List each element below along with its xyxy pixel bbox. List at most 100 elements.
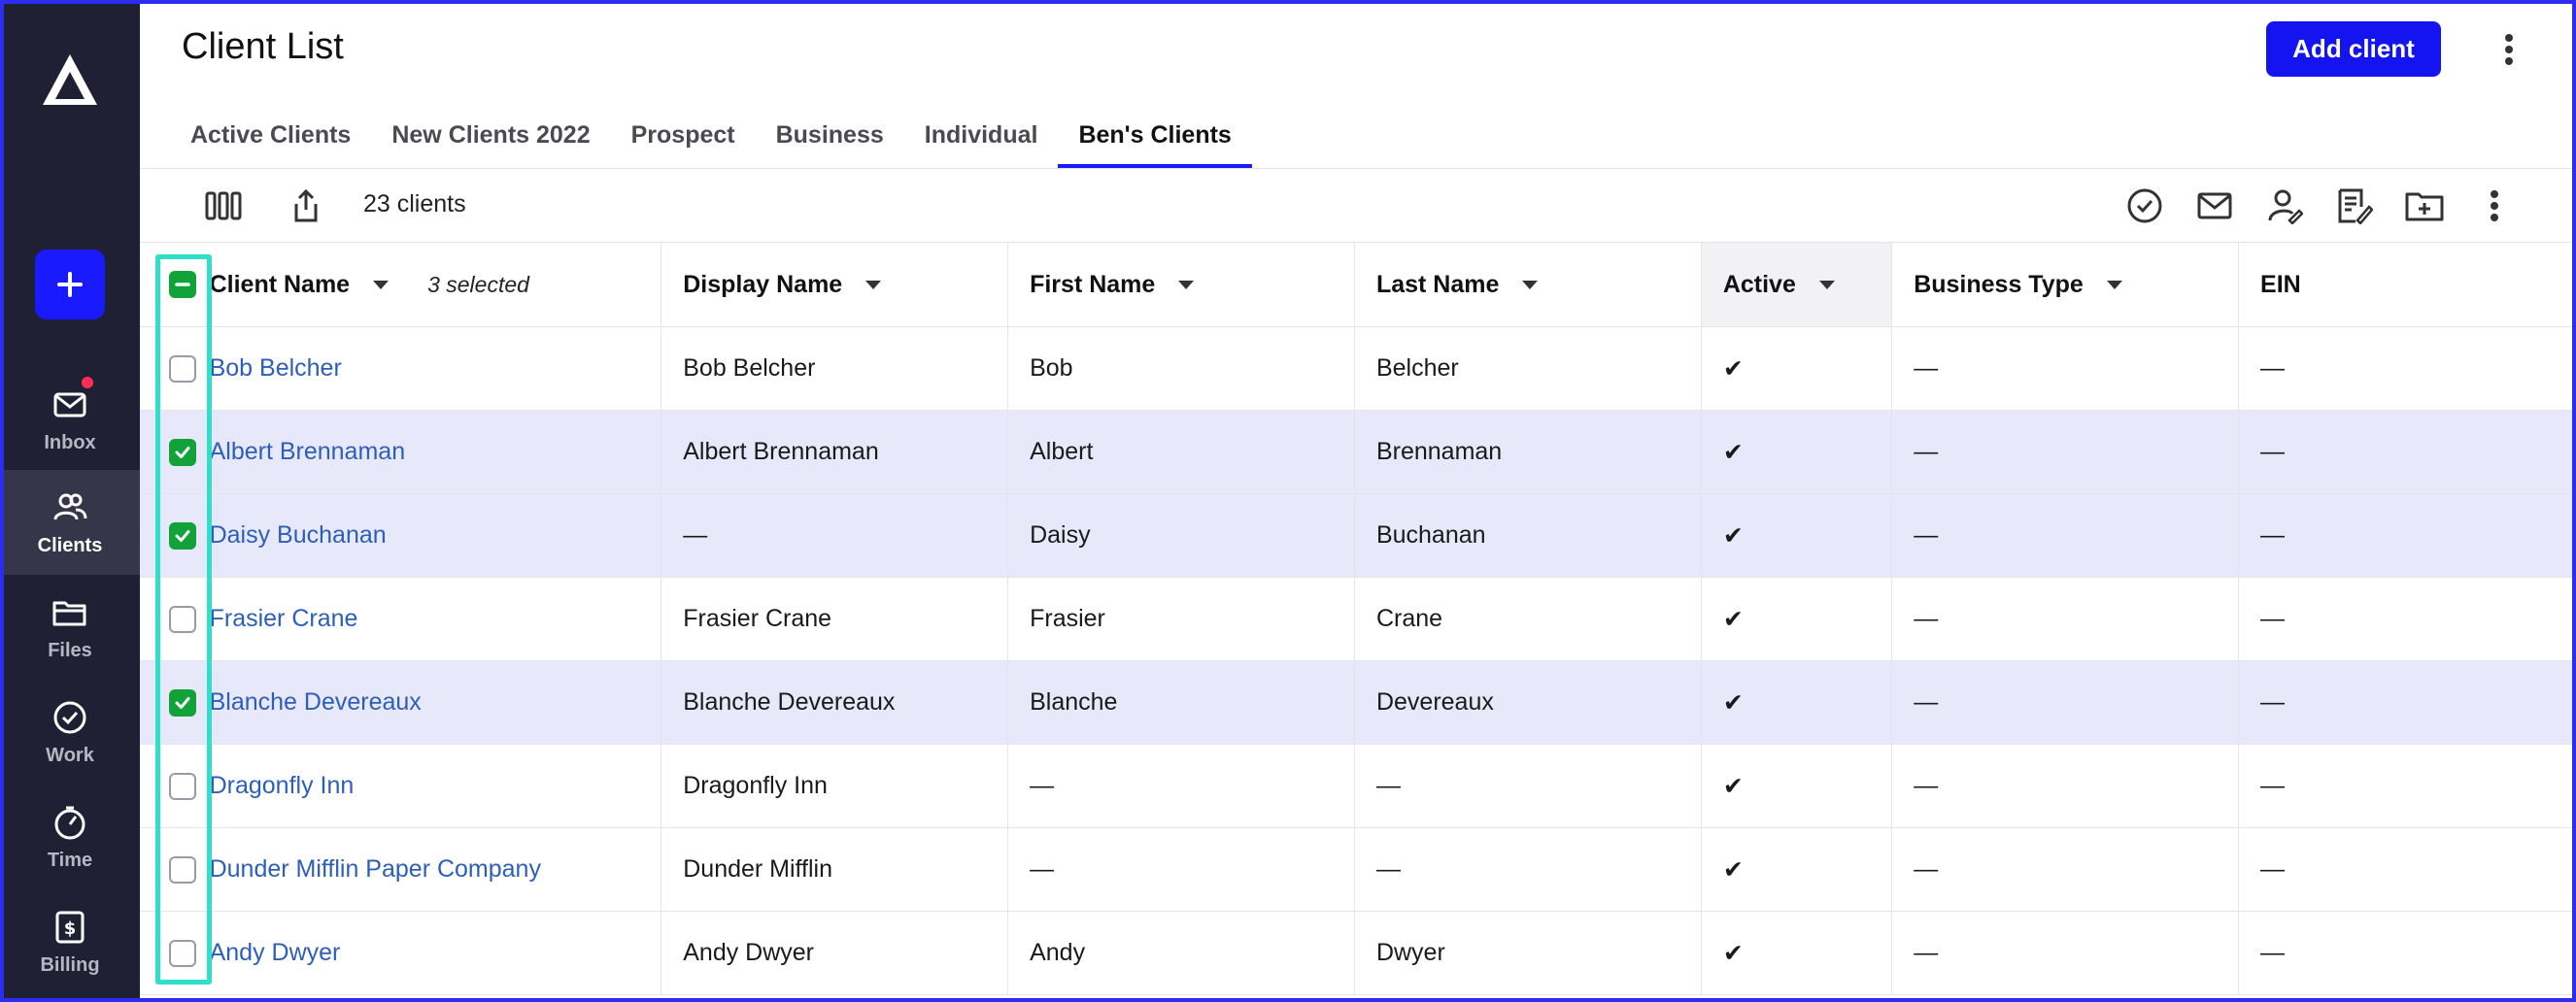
- sort-caret-icon[interactable]: [2106, 280, 2122, 289]
- export-button[interactable]: [287, 186, 325, 225]
- email-button[interactable]: [2195, 186, 2234, 225]
- table-row[interactable]: Bob Belcher Bob Belcher Bob Belcher ✔ — —: [140, 327, 2576, 411]
- cell-client-name: Andy Dwyer: [204, 912, 662, 994]
- row-checkbox[interactable]: [168, 939, 196, 967]
- table-row[interactable]: Dunder Mifflin Paper Company Dunder Miffl…: [140, 828, 2576, 912]
- tab-prospect[interactable]: Prospect: [611, 101, 756, 169]
- cell-first-name: Andy: [1008, 912, 1355, 994]
- client-name-link[interactable]: Bob Belcher: [210, 354, 342, 383]
- sidebar-item-billing[interactable]: $ Billing: [0, 889, 140, 994]
- column-business-type[interactable]: Business Type: [1892, 243, 2240, 326]
- cell-display-name: Andy Dwyer: [661, 912, 1009, 994]
- cell-active: ✔: [1702, 661, 1893, 744]
- table-row[interactable]: Frasier Crane Frasier Crane Frasier Crane ✔ —…: [140, 578, 2576, 661]
- client-name-link[interactable]: Frasier Crane: [210, 605, 358, 633]
- app-logo[interactable]: [39, 50, 101, 109]
- selected-count: 3 selected: [427, 271, 529, 297]
- cell-client-name: Bob Belcher: [204, 327, 662, 410]
- sort-caret-icon[interactable]: [1178, 280, 1195, 289]
- cell-first-name: —: [1008, 745, 1355, 827]
- tab-individual[interactable]: Individual: [904, 101, 1059, 169]
- client-name-link[interactable]: Blanche Devereaux: [210, 688, 422, 717]
- sidebar-item-time[interactable]: Time: [0, 785, 140, 889]
- sidebar-item-inbox[interactable]: Inbox: [0, 367, 140, 472]
- cell-display-name: Albert Brennaman: [661, 411, 1009, 493]
- row-checkbox[interactable]: [168, 772, 196, 800]
- sort-caret-icon[interactable]: [865, 280, 882, 289]
- sidebar-item-clients[interactable]: Clients: [0, 470, 140, 575]
- row-checkbox[interactable]: [168, 438, 196, 466]
- client-name-link[interactable]: Andy Dwyer: [210, 939, 341, 967]
- clients-icon: [53, 493, 87, 519]
- column-label: Client Name: [209, 270, 351, 298]
- column-ein[interactable]: EIN: [2239, 243, 2576, 326]
- sort-caret-icon[interactable]: [1522, 280, 1539, 289]
- client-name-link[interactable]: Albert Brennaman: [210, 438, 406, 466]
- active-check-icon: ✔: [1722, 438, 1744, 466]
- cell-active: ✔: [1702, 745, 1893, 827]
- column-display-name[interactable]: Display Name: [661, 243, 1009, 326]
- row-checkbox[interactable]: [168, 605, 196, 633]
- tab-active-clients[interactable]: Active Clients: [170, 101, 371, 169]
- add-client-button[interactable]: Add client: [2266, 21, 2441, 77]
- row-checkbox[interactable]: [168, 855, 196, 884]
- quick-add-button[interactable]: [35, 250, 105, 319]
- column-label: Business Type: [1914, 270, 2084, 298]
- table-row[interactable]: Daisy Buchanan — Daisy Buchanan ✔ — —: [140, 494, 2576, 578]
- cell-client-name: Frasier Crane: [204, 578, 662, 660]
- column-last-name[interactable]: Last Name: [1355, 243, 1702, 326]
- active-check-icon: ✔: [1722, 605, 1744, 633]
- sort-caret-icon[interactable]: [1818, 280, 1835, 289]
- cell-active: ✔: [1702, 494, 1893, 577]
- table-row[interactable]: Andy Dwyer Andy Dwyer Andy Dwyer ✔ — —: [140, 912, 2576, 995]
- active-check-icon: ✔: [1722, 939, 1744, 967]
- table-header-row: Client Name 3 selected Display Name Firs…: [140, 243, 2576, 327]
- add-to-folder-button[interactable]: [2405, 186, 2444, 225]
- sidebar-item-work[interactable]: Work: [0, 680, 140, 785]
- check-icon: [175, 696, 190, 709]
- cell-ein: —: [2260, 939, 2286, 966]
- assign-user-button[interactable]: [2265, 186, 2304, 225]
- cell-client-name: Albert Brennaman: [204, 411, 662, 493]
- select-all-checkbox[interactable]: [168, 271, 196, 298]
- column-first-name[interactable]: First Name: [1008, 243, 1355, 326]
- row-select-cell: [161, 327, 204, 410]
- columns-button[interactable]: [204, 186, 243, 225]
- tab-business[interactable]: Business: [756, 101, 904, 169]
- tab-bens-clients[interactable]: Ben's Clients: [1058, 101, 1253, 169]
- table-row[interactable]: Albert Brennaman Albert Brennaman Albert Br…: [140, 411, 2576, 494]
- client-name-link[interactable]: Dragonfly Inn: [210, 772, 355, 800]
- toolbar-more-button[interactable]: [2475, 186, 2514, 225]
- column-client-name[interactable]: Client Name 3 selected: [204, 243, 662, 326]
- cell-display-name: Blanche Devereaux: [661, 661, 1009, 744]
- row-select-cell: [161, 578, 204, 660]
- select-all-cell: [161, 243, 204, 326]
- page-title: Client List: [182, 26, 344, 67]
- sidebar-item-files[interactable]: Files: [0, 575, 140, 680]
- check-circle-icon: [53, 701, 86, 733]
- check-icon: [175, 529, 190, 542]
- client-name-link[interactable]: Dunder Mifflin Paper Company: [210, 855, 541, 884]
- sort-caret-icon[interactable]: [373, 280, 390, 289]
- mark-complete-button[interactable]: [2125, 186, 2164, 225]
- row-select-cell: [161, 912, 204, 994]
- cell-active: ✔: [1702, 411, 1893, 493]
- row-checkbox[interactable]: [168, 521, 196, 550]
- sidebar: Inbox Clients Files Work Time $ Billing: [0, 0, 140, 1002]
- row-checkbox[interactable]: [168, 354, 196, 383]
- client-name-link[interactable]: Daisy Buchanan: [210, 521, 387, 550]
- cell-client-name: Dragonfly Inn: [204, 745, 662, 827]
- cell-ein: —: [2260, 605, 2286, 632]
- page-more-button[interactable]: [2494, 25, 2524, 74]
- row-checkbox[interactable]: [168, 688, 196, 717]
- table-row[interactable]: Blanche Devereaux Blanche Devereaux Blanch…: [140, 661, 2576, 745]
- tab-new-clients-2022[interactable]: New Clients 2022: [371, 101, 610, 169]
- client-count: 23 clients: [363, 190, 466, 217]
- row-select-cell: [161, 411, 204, 493]
- cell-client-name: Daisy Buchanan: [204, 494, 662, 577]
- cell-display-name: —: [661, 494, 1009, 577]
- inbox-notification-dot: [82, 377, 93, 388]
- table-row[interactable]: Dragonfly Inn Dragonfly Inn — — ✔ — —: [140, 745, 2576, 828]
- column-active[interactable]: Active: [1701, 243, 1893, 326]
- notes-button[interactable]: [2335, 186, 2374, 225]
